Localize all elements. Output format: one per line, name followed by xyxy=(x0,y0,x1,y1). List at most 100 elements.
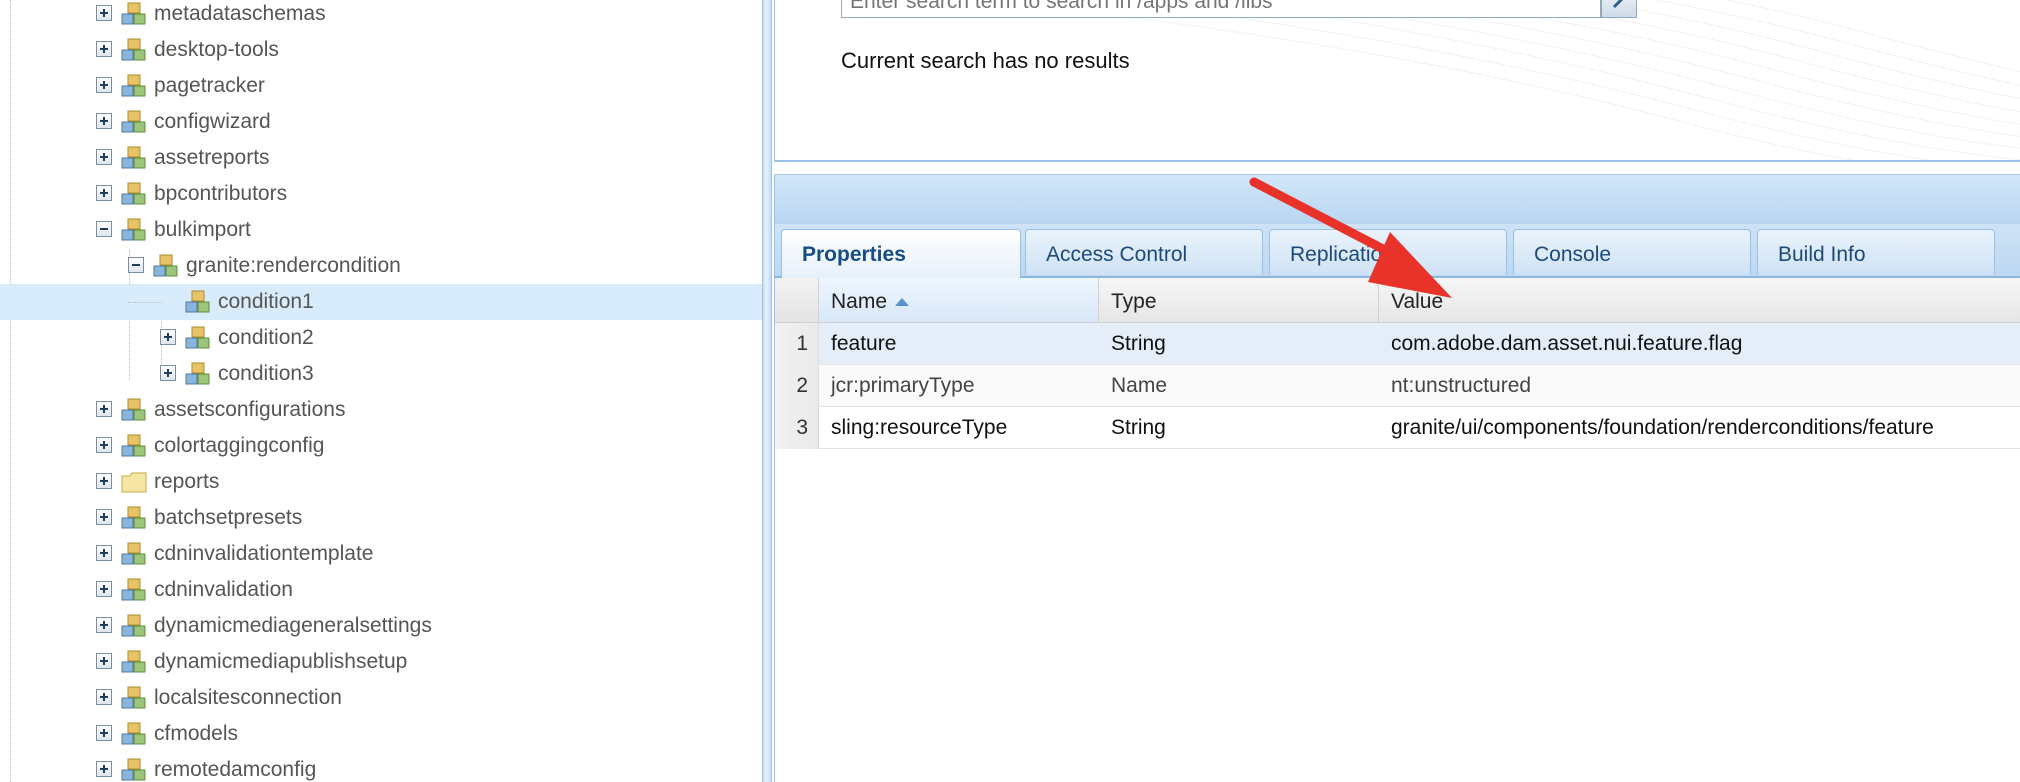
tab-replication[interactable]: Replication xyxy=(1269,229,1507,275)
tree-item-condition1[interactable]: condition1 xyxy=(0,284,762,320)
tab-console[interactable]: Console xyxy=(1513,229,1751,275)
tree-item-condition2[interactable]: condition2 xyxy=(0,320,762,356)
tree-item-batchsetpresets[interactable]: batchsetpresets xyxy=(0,500,762,536)
node-icon xyxy=(121,218,146,241)
expand-icon[interactable] xyxy=(96,149,112,165)
tree-item-condition3[interactable]: condition3 xyxy=(0,356,762,392)
tree-item-reports[interactable]: reports xyxy=(0,464,762,500)
panel-splitter[interactable] xyxy=(762,0,772,782)
tree-item-label: configwizard xyxy=(154,110,271,133)
tree-item-bpcontributors[interactable]: bpcontributors xyxy=(0,176,762,212)
expand-icon[interactable] xyxy=(160,329,176,345)
table-row[interactable]: 2 jcr:primaryType Name nt:unstructured xyxy=(775,365,2020,407)
node-icon xyxy=(121,110,146,133)
expand-icon[interactable] xyxy=(96,653,112,669)
expand-icon[interactable] xyxy=(96,581,112,597)
tree-item-label: dynamicmediageneralsettings xyxy=(154,614,432,637)
row-number: 1 xyxy=(775,323,819,365)
row-number-header xyxy=(775,278,819,322)
tree-item-colortaggingconfig[interactable]: colortaggingconfig xyxy=(0,428,762,464)
node-icon xyxy=(185,290,210,313)
tree-item-label: colortaggingconfig xyxy=(154,434,325,457)
expand-icon[interactable] xyxy=(96,401,112,417)
expand-icon[interactable] xyxy=(96,77,112,93)
tab-access-control[interactable]: Access Control xyxy=(1025,229,1263,275)
tree-item-cfmodels[interactable]: cfmodels xyxy=(0,716,762,752)
property-type: String xyxy=(1111,332,1166,355)
tab-properties[interactable]: Properties xyxy=(781,229,1021,278)
tree-item-granite-rendercondition[interactable]: granite:rendercondition xyxy=(0,248,762,284)
table-row[interactable]: 1 feature String com.adobe.dam.asset.nui… xyxy=(775,323,2020,365)
tree-item-dynamicmediapublishsetup[interactable]: dynamicmediapublishsetup xyxy=(0,644,762,680)
tree-item-localsitesconnection[interactable]: localsitesconnection xyxy=(0,680,762,716)
tree-item-dynamicmediageneralsettings[interactable]: dynamicmediageneralsettings xyxy=(0,608,762,644)
tree-item-cdninvalidation[interactable]: cdninvalidation xyxy=(0,572,762,608)
node-icon xyxy=(121,650,146,673)
tree-item-label: cdninvalidation xyxy=(154,578,293,601)
column-header-type[interactable]: Type xyxy=(1099,278,1379,322)
property-value: nt:unstructured xyxy=(1391,374,1532,397)
tree-item-label: pagetracker xyxy=(154,74,265,97)
expand-icon[interactable] xyxy=(96,545,112,561)
expand-icon[interactable] xyxy=(96,185,112,201)
table-row[interactable]: 3 sling:resourceType String granite/ui/c… xyxy=(775,407,2020,449)
node-icon xyxy=(121,2,146,25)
tree-item-label: cfmodels xyxy=(154,722,239,745)
node-icon xyxy=(121,146,146,169)
search-input[interactable] xyxy=(841,0,1601,18)
column-header-name[interactable]: Name xyxy=(819,278,1099,322)
node-icon xyxy=(185,362,210,385)
node-icon xyxy=(121,542,146,565)
tree-item-configwizard[interactable]: configwizard xyxy=(0,104,762,140)
expand-icon[interactable] xyxy=(96,617,112,633)
property-name: jcr:primaryType xyxy=(831,374,975,397)
tree-item-assetreports[interactable]: assetreports xyxy=(0,140,762,176)
tree-item-remotedamconfig[interactable]: remotedamconfig xyxy=(0,752,762,782)
expand-icon[interactable] xyxy=(96,725,112,741)
collapse-icon[interactable] xyxy=(128,257,144,273)
node-icon xyxy=(121,614,146,637)
property-type: String xyxy=(1111,416,1166,439)
search-status-text: Current search has no results xyxy=(841,48,1130,73)
expand-icon[interactable] xyxy=(96,761,112,777)
tree-item-label: granite:rendercondition xyxy=(186,254,401,277)
grid-header: Name Type Value xyxy=(775,278,2020,323)
tree-item-label: batchsetpresets xyxy=(154,506,303,529)
tree-item-label: metadataschemas xyxy=(154,2,326,25)
property-type: Name xyxy=(1111,374,1168,397)
tree-item-label: assetreports xyxy=(154,146,270,169)
tree-item-desktop-tools[interactable]: desktop-tools xyxy=(0,32,762,68)
tree-item-assetsconfigurations[interactable]: assetsconfigurations xyxy=(0,392,762,428)
row-number: 2 xyxy=(775,365,819,407)
expand-icon[interactable] xyxy=(96,509,112,525)
search-button[interactable] xyxy=(1601,0,1637,18)
tree-item-label: desktop-tools xyxy=(154,38,279,61)
node-icon xyxy=(121,722,146,745)
tree-item-bulkimport[interactable]: bulkimport xyxy=(0,212,762,248)
search-panel: Current search has no results xyxy=(774,0,2020,162)
expand-icon[interactable] xyxy=(96,473,112,489)
collapse-icon[interactable] xyxy=(96,221,112,237)
node-icon xyxy=(121,506,146,529)
expand-icon[interactable] xyxy=(96,5,112,21)
expand-icon[interactable] xyxy=(96,689,112,705)
expand-icon[interactable] xyxy=(160,365,176,381)
expand-icon[interactable] xyxy=(96,437,112,453)
property-name: sling:resourceType xyxy=(831,416,1008,439)
column-header-value[interactable]: Value xyxy=(1379,278,2020,322)
expand-icon[interactable] xyxy=(96,113,112,129)
tree-item-label: bpcontributors xyxy=(154,182,288,205)
node-icon xyxy=(121,758,146,781)
node-icon xyxy=(121,38,146,61)
tree-item-metadataschemas[interactable]: metadataschemas xyxy=(0,0,762,32)
column-header-name-label: Name xyxy=(831,290,888,313)
background-swoosh xyxy=(975,0,2020,160)
node-icon xyxy=(185,326,210,349)
tree-item-pagetracker[interactable]: pagetracker xyxy=(0,68,762,104)
tab-build-info[interactable]: Build Info xyxy=(1757,229,1995,275)
tree-item-cdninvalidationtemplate[interactable]: cdninvalidationtemplate xyxy=(0,536,762,572)
tree-item-label: dynamicmediapublishsetup xyxy=(154,650,408,673)
expand-icon[interactable] xyxy=(96,41,112,57)
sort-ascending-icon xyxy=(895,298,910,307)
node-icon xyxy=(153,254,178,277)
